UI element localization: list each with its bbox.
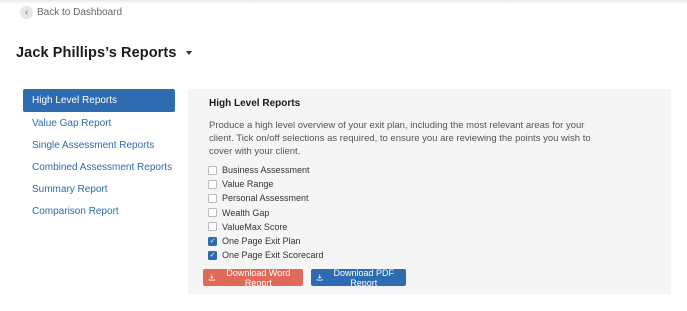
- option-label: ValueMax Score: [222, 221, 288, 232]
- option-wealth-gap[interactable]: Wealth Gap: [208, 206, 324, 220]
- sidebar-item-label: Comparison Report: [32, 205, 119, 217]
- caret-down-icon[interactable]: [185, 51, 192, 55]
- page-title: Jack Phillips’s Reports: [16, 45, 177, 61]
- checkmark-icon: ✓: [209, 237, 216, 245]
- sidebar-item-label: High Level Reports: [32, 95, 118, 106]
- download-icon: [316, 274, 323, 281]
- download-pdf-report-button[interactable]: Download PDF Report: [311, 267, 406, 288]
- option-label: Value Range: [222, 179, 274, 190]
- back-link-label: Back to Dashboard: [37, 6, 123, 18]
- sidebar-item-value-gap-report[interactable]: Value Gap Report: [23, 112, 175, 134]
- option-personal-assessment[interactable]: Personal Assessment: [208, 191, 324, 205]
- chevron-left-icon: ‹: [20, 5, 33, 19]
- checkbox[interactable]: [208, 222, 217, 232]
- option-label: Personal Assessment: [222, 193, 309, 204]
- back-to-dashboard-link[interactable]: ‹ Back to Dashboard: [20, 4, 122, 20]
- checkbox[interactable]: [208, 193, 217, 203]
- option-business-assessment[interactable]: Business Assessment: [208, 163, 324, 177]
- sidebar-item-single-assessment-reports[interactable]: Single Assessment Reports: [23, 134, 175, 156]
- checkbox[interactable]: [208, 208, 217, 218]
- option-one-page-exit-plan[interactable]: ✓ One Page Exit Plan: [208, 234, 324, 248]
- checkbox-checked[interactable]: ✓: [208, 250, 217, 260]
- download-icon: [208, 274, 215, 281]
- sidebar-item-summary-report[interactable]: Summary Report: [23, 178, 175, 200]
- high-level-reports-panel: High Level Reports Produce a high level …: [188, 89, 671, 294]
- sidebar-item-label: Combined Assessment Reports: [32, 161, 173, 173]
- button-label: Download PDF Report: [333, 267, 394, 288]
- option-one-page-exit-scorecard[interactable]: ✓ One Page Exit Scorecard: [208, 248, 324, 262]
- option-value-range[interactable]: Value Range: [208, 177, 324, 191]
- option-label: One Page Exit Plan: [222, 236, 301, 247]
- option-valuemax-score[interactable]: ValueMax Score: [208, 220, 324, 234]
- sidebar-item-combined-assessment-reports[interactable]: Combined Assessment Reports: [23, 156, 175, 178]
- report-options-checklist: Business Assessment Value Range Personal…: [208, 163, 324, 262]
- checkmark-icon: ✓: [209, 251, 216, 259]
- sidebar-item-comparison-report[interactable]: Comparison Report: [23, 200, 175, 222]
- checkbox[interactable]: [208, 165, 217, 175]
- sidebar-item-label: Value Gap Report: [32, 117, 112, 129]
- option-label: Business Assessment: [222, 165, 310, 176]
- panel-description: Produce a high level overview of your ex…: [209, 120, 591, 157]
- report-type-sidebar: High Level Reports Value Gap Report Sing…: [23, 89, 175, 222]
- option-label: One Page Exit Scorecard: [222, 250, 324, 261]
- option-label: Wealth Gap: [222, 207, 270, 218]
- panel-title: High Level Reports: [209, 98, 301, 109]
- sidebar-item-label: Summary Report: [32, 183, 108, 195]
- sidebar-item-high-level-reports[interactable]: High Level Reports: [23, 89, 175, 112]
- sidebar-item-label: Single Assessment Reports: [32, 139, 155, 151]
- checkbox-checked[interactable]: ✓: [208, 236, 217, 246]
- page-title-row: Jack Phillips’s Reports: [16, 45, 192, 61]
- button-label: Download Word Report: [226, 267, 291, 288]
- checkbox[interactable]: [208, 179, 217, 189]
- download-word-report-button[interactable]: Download Word Report: [203, 267, 303, 288]
